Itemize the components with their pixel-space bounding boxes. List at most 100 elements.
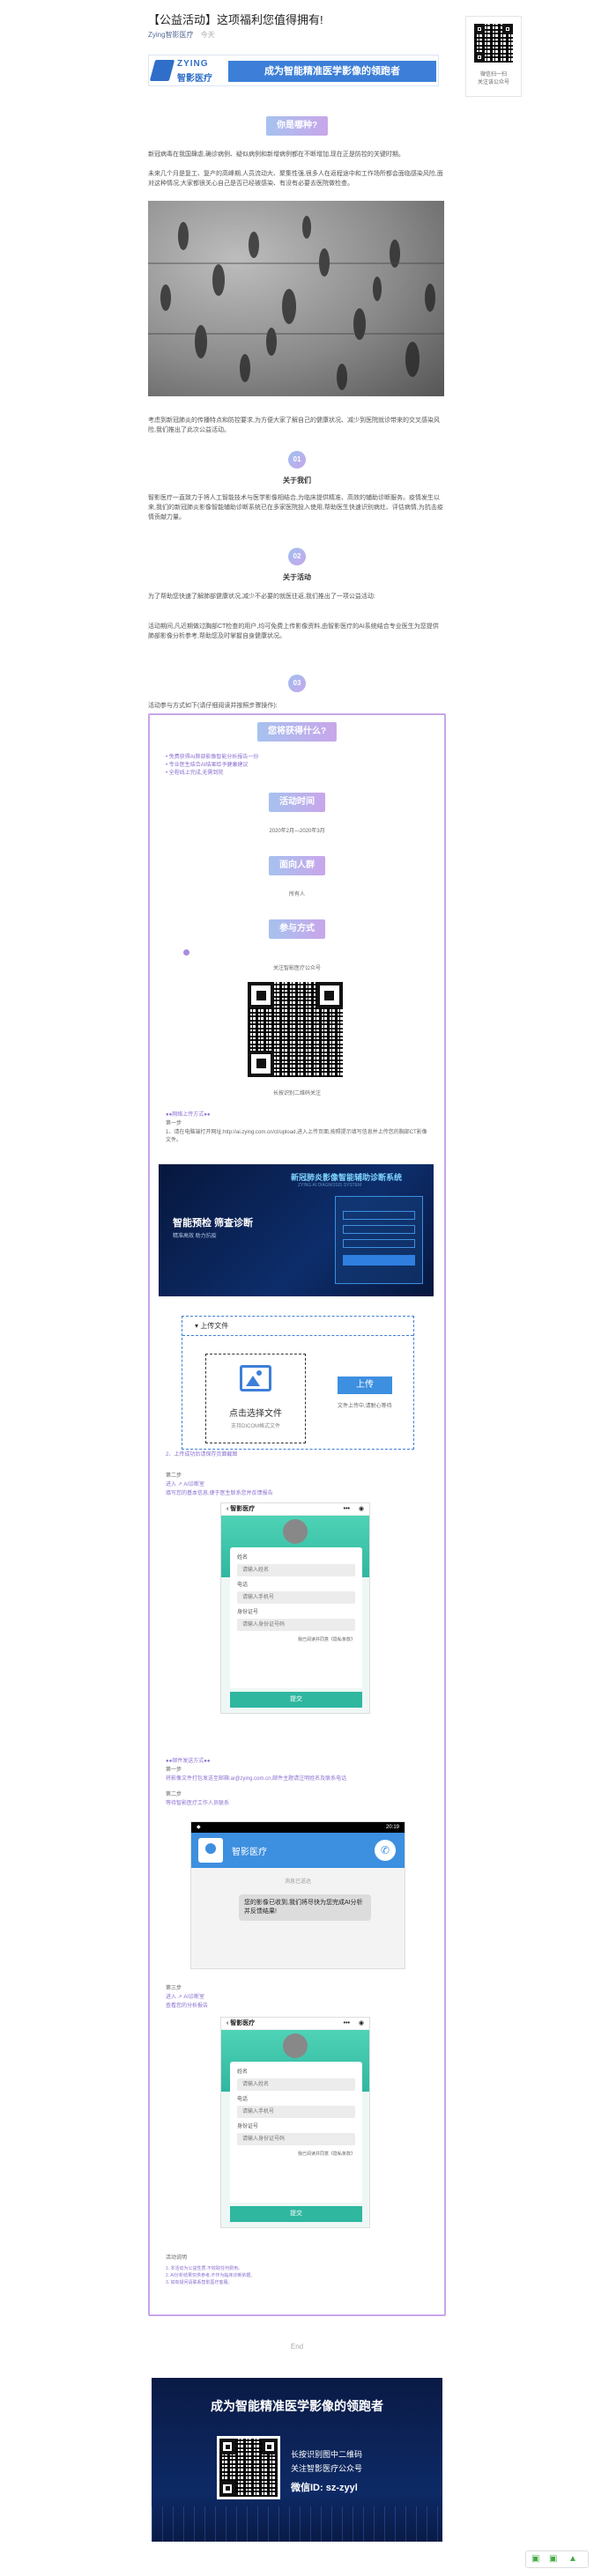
crowd-photo	[148, 201, 444, 396]
submit-button[interactable]: 提交	[230, 2206, 362, 2222]
brand-banner: ZYING 智影医疗 成为智能精准医学影像的领跑者	[148, 55, 439, 86]
section-heading-which: 你是哪种?	[265, 116, 329, 136]
upload-dropzone[interactable]: 点击选择文件 支持DICOM格式文件	[205, 1354, 306, 1443]
section-number-01: 01	[288, 451, 306, 469]
note-item: 1. 本活动为公益性质,不收取任何费用。	[166, 2266, 242, 2271]
upload-header: 上传文件	[200, 1322, 229, 1330]
logo-en: ZYING	[177, 59, 209, 69]
qr-caption-2: 关注该公众号	[477, 80, 509, 85]
benefit-item: • 免费获得AI肺部影像智能分析报告一份	[166, 755, 259, 760]
publish-date: 今天	[200, 31, 215, 39]
footer-line2: 关注智影医疗公众号	[291, 2464, 363, 2473]
web-system-screenshot: 新冠肺炎影像智能辅助诊断系统 ZYING AI DIAGNOSIS SYSTEM…	[159, 1164, 434, 1296]
activity-time-value: 2020年2月—2020年3月	[269, 829, 325, 834]
step4-label: 第三步	[166, 1986, 182, 1991]
qr-caption-1: 微信扫一扫	[479, 72, 507, 78]
web-title: 新冠肺炎影像智能辅助诊断系统	[291, 1173, 403, 1182]
form-label-name: 姓名	[237, 2070, 249, 2075]
mini-qr-icon[interactable]: ▣	[531, 2554, 539, 2564]
step3-title: ●●邮件发送方式●●	[166, 1759, 211, 1764]
web-left-title: 智能预检 筛查诊断	[173, 1218, 254, 1229]
heading-target-people: 面向人群	[269, 856, 325, 875]
step2-desc: 填写您的基本信息,便于医生联系您并反馈报告	[166, 1491, 273, 1496]
header-qr-panel: 微信扫一扫 关注该公众号	[465, 16, 522, 97]
footer-wechat-id: 微信ID: sz-zyyl	[291, 2483, 358, 2493]
avatar	[283, 1519, 308, 1544]
paragraph: 未来几个月是复工、复产的高峰期,人员流动大、聚集性强,很多人在返程途中和工作场所…	[148, 171, 443, 187]
benefit-item: • 全程线上完成,无需到院	[166, 771, 224, 776]
agree-checkbox[interactable]: 我已阅读并同意《隐私条款》	[237, 1636, 355, 1644]
paragraph: 活动期间,凡近期做过胸部CT检查的用户,均可免费上传影像资料,由智影医疗的AI系…	[148, 624, 439, 639]
step4-link[interactable]: 进入 ↗ AI诊断室	[166, 1994, 204, 2002]
heading-activity-time: 活动时间	[269, 793, 325, 812]
mini-top-icon[interactable]: ▲	[568, 2554, 577, 2564]
mini-share-icon[interactable]: ▣	[549, 2554, 557, 2564]
note-item: 2. AI分析结果仅供参考,不作为临床诊断依据。	[166, 2273, 256, 2278]
wechat-qr-code	[245, 979, 345, 1080]
section-number-03: 03	[288, 675, 306, 692]
upload-click-text: 点击选择文件	[229, 1409, 282, 1419]
image-icon	[240, 1365, 271, 1391]
more-icon[interactable]: •••	[344, 1503, 350, 1516]
form-label-id: 身份证号	[237, 1610, 259, 1615]
chat-message: 您的影像已收到,我们将尽快为您完成AI分析并反馈结果!	[239, 1894, 371, 1921]
web-subtitle: ZYING AI DIAGNOSIS SYSTEM	[298, 1183, 362, 1188]
banner-slogan: 成为智能精准医学影像的领跑者	[228, 61, 436, 82]
chat-hint: 消息已送达	[284, 1879, 311, 1885]
step3b-text: 等待智影医疗工作人员联系	[166, 1801, 230, 1806]
phone-input[interactable]: 请输入手机号	[237, 2106, 355, 2118]
chat-avatar	[198, 1838, 223, 1863]
phone-call-icon[interactable]: ✆	[375, 1840, 396, 1861]
circuit-decoration	[152, 2506, 442, 2542]
paragraph: 活动参与方式如下(请仔细阅读并按照步骤操作):	[148, 703, 278, 709]
footer-qr-code	[217, 2436, 280, 2499]
source-link[interactable]: Zying智影医疗	[148, 31, 194, 39]
phone-title: 智影医疗	[230, 2020, 256, 2026]
phone-form-screenshot-2: ‹ 智影医疗 ••• ◉ 姓名 请输入姓名 电话 请输入手机号 身份证号 请输入…	[220, 2017, 370, 2228]
note-item: 3. 如有疑问请联系智影医疗客服。	[166, 2280, 233, 2285]
name-input[interactable]: 请输入姓名	[237, 1564, 355, 1576]
chat-name: 智影医疗	[232, 1848, 267, 1857]
name-input[interactable]: 请输入姓名	[237, 2078, 355, 2091]
form-label-phone: 电话	[237, 1583, 249, 1588]
target-people-value: 所有人	[288, 892, 305, 897]
target-icon[interactable]: ◉	[359, 1503, 364, 1516]
upload-panel: ▾ 上传文件 点击选择文件 支持DICOM格式文件 上传 文件上传中,请耐心等待	[182, 1316, 414, 1450]
more-icon[interactable]: •••	[344, 2018, 350, 2030]
upload-note: 文件上传中,请耐心等待	[338, 1404, 392, 1409]
phone-form-screenshot: ‹ 智影医疗 ••• ◉ 姓名 请输入姓名 电话 请输入手机号 身份证号 请输入…	[220, 1502, 370, 1714]
logo-cn: 智影医疗	[177, 74, 212, 84]
notes-title: 活动说明	[166, 2255, 188, 2261]
section-heading-about-activity: 关于活动	[283, 573, 311, 581]
step1-title: ●●网络上传方式●●	[166, 1112, 211, 1118]
status-time: 20:19	[385, 1825, 399, 1830]
target-icon[interactable]: ◉	[359, 2018, 364, 2030]
qr-caption-bottom: 长按识别二维码关注	[272, 1091, 321, 1096]
section-number-02: 02	[288, 548, 306, 565]
step3b-label: 第二步	[166, 1792, 182, 1797]
section-heading-about-us: 关于我们	[283, 476, 311, 484]
id-input[interactable]: 请输入身份证号码	[237, 1619, 355, 1631]
logo-mark-icon	[149, 60, 175, 81]
paragraph: 智影医疗一直致力于将人工智能技术与医学影像相结合,为临床提供精准、高效的辅助诊断…	[148, 495, 443, 520]
avatar	[283, 2033, 308, 2058]
benefit-item: • 专业医生结合AI结果给予健康建议	[166, 763, 249, 768]
footer-slogan: 成为智能精准医学影像的领跑者	[211, 2399, 383, 2413]
qr-caption-top: 关注智影医疗公众号	[272, 966, 321, 971]
phone-title: 智影医疗	[230, 1506, 256, 1512]
phone-input[interactable]: 请输入手机号	[237, 1591, 355, 1604]
submit-button[interactable]: 提交	[230, 1692, 362, 1708]
step4-desc: 查看您的分析报告	[166, 2004, 209, 2009]
floating-toolbar[interactable]: ▣ ▣ ▲	[525, 2550, 589, 2568]
paragraph: 考虑到新冠肺炎的传播特点和防控要求,为方便大家了解自己的健康状况、减少到医院就诊…	[148, 417, 440, 433]
web-left-sub: 精准高效 助力抗疫	[173, 1234, 217, 1239]
step1-label: 第一步	[166, 1121, 182, 1126]
id-input[interactable]: 请输入身份证号码	[237, 2133, 355, 2145]
bullet-dot	[183, 949, 189, 956]
footer-banner: 成为智能精准医学影像的领跑者 长按识别图中二维码 关注智影医疗公众号 微信ID:…	[152, 2378, 442, 2542]
agree-checkbox[interactable]: 我已阅读并同意《隐私条款》	[237, 2151, 355, 2159]
step2-link[interactable]: 进入 ↗ AI诊断室	[166, 1481, 204, 1489]
paragraph: 新冠病毒在我国肆虐,确诊病例、疑似病例和新增病例都在不断增加,现在正是防控的关键…	[148, 151, 405, 158]
chat-screenshot: ◆ 20:19 智影医疗 ✆ 消息已送达 您的影像已收到,我们将尽快为您完成AI…	[190, 1821, 405, 1969]
upload-button[interactable]: 上传	[338, 1377, 392, 1394]
